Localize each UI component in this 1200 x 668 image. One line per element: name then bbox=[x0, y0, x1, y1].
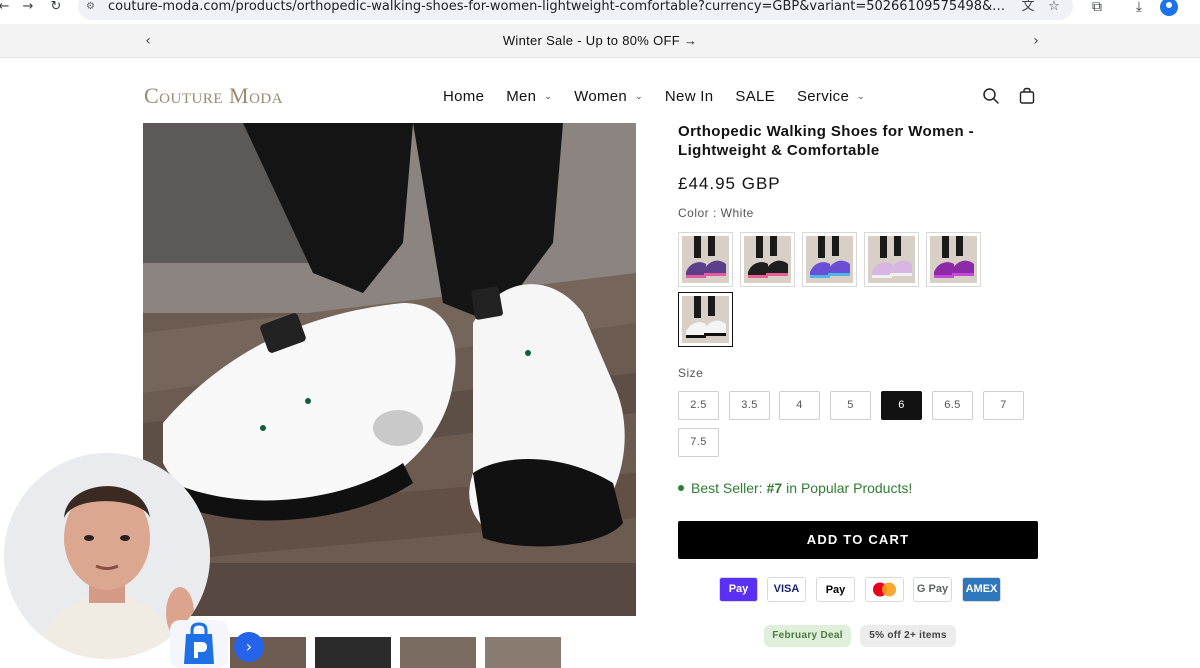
size-label: Size bbox=[678, 366, 704, 380]
google-pay-icon: G Pay bbox=[913, 577, 952, 602]
size-option[interactable]: 2.5 bbox=[678, 391, 719, 420]
shoe-thumbnail-icon bbox=[744, 236, 791, 283]
apple-pay-icon: Pay bbox=[816, 577, 855, 602]
nav-item-men[interactable]: Men ⌄ bbox=[506, 88, 552, 106]
cart-icon[interactable] bbox=[1018, 87, 1036, 105]
nav-item-label: New In bbox=[664, 88, 714, 105]
product-thumbnail[interactable] bbox=[485, 637, 561, 668]
address-bar[interactable]: ⚙ couture-moda.com/products/orthopedic-w… bbox=[78, 0, 1073, 20]
nav-item-women[interactable]: Women ⌄ bbox=[574, 88, 643, 106]
product-thumbnail[interactable] bbox=[315, 637, 391, 668]
size-option[interactable]: 7.5 bbox=[678, 428, 719, 457]
size-option[interactable]: 6 bbox=[881, 391, 922, 420]
browser-toolbar: ← → ↻ ⚙ couture-moda.com/products/orthop… bbox=[0, 0, 1200, 24]
site-settings-icon[interactable]: ⚙ bbox=[86, 1, 100, 13]
shopping-bag-icon bbox=[184, 622, 214, 664]
bestseller-suffix: in Popular Products! bbox=[786, 480, 913, 496]
color-swatch-white[interactable] bbox=[678, 292, 733, 347]
payment-label: G Pay bbox=[916, 583, 949, 595]
nav-item-label: Women bbox=[574, 88, 628, 105]
nav-item-label: Men bbox=[506, 88, 537, 105]
payment-label: VISA bbox=[773, 583, 800, 595]
nav-item-label: SALE bbox=[735, 88, 775, 105]
shop-pay-icon: Pay bbox=[719, 577, 758, 602]
store-logo[interactable]: Couture Moda bbox=[144, 84, 283, 108]
size-option[interactable]: 5 bbox=[830, 391, 871, 420]
shoe-thumbnail-icon bbox=[682, 236, 729, 283]
visa-icon: VISA bbox=[767, 577, 806, 602]
color-swatch-purple-pink[interactable] bbox=[678, 232, 733, 287]
app-logo bbox=[170, 620, 228, 668]
product-main-image[interactable] bbox=[143, 123, 636, 616]
color-label: Color : White bbox=[678, 206, 754, 220]
color-swatch-blue-purple[interactable] bbox=[802, 232, 857, 287]
payment-label: Pay bbox=[728, 583, 749, 595]
payment-label: Pay bbox=[825, 584, 846, 596]
promo-badge: 5% off 2+ items bbox=[860, 625, 956, 647]
mastercard-circles bbox=[873, 582, 896, 597]
size-option[interactable]: 4 bbox=[779, 391, 820, 420]
shoe-thumbnail-icon bbox=[806, 236, 853, 283]
nav-item-label: Home bbox=[443, 88, 485, 105]
color-swatch-black[interactable] bbox=[740, 232, 795, 287]
status-dot-icon bbox=[678, 485, 684, 491]
nav-item-sale[interactable]: SALE bbox=[735, 88, 775, 106]
chevron-left-icon[interactable]: ‹ bbox=[141, 33, 155, 49]
main-nav: Home Men ⌄ Women ⌄ New In SALE Service ⌄ bbox=[443, 88, 887, 106]
translate-icon[interactable]: 文 bbox=[1020, 0, 1036, 15]
bestseller-prefix: Best Seller: bbox=[691, 480, 763, 496]
search-icon[interactable] bbox=[982, 87, 1000, 105]
bestseller-notice: Best Seller: #7 in Popular Products! bbox=[678, 480, 912, 496]
add-to-cart-button[interactable]: ADD TO CART bbox=[678, 521, 1038, 559]
nav-item-home[interactable]: Home bbox=[443, 88, 484, 106]
product-thumbnail[interactable] bbox=[400, 637, 476, 668]
shoe-thumbnail-icon bbox=[682, 296, 729, 343]
extensions-icon[interactable]: ⧉ bbox=[1088, 0, 1106, 15]
bestseller-rank: #7 bbox=[766, 480, 783, 496]
product-title: Orthopedic Walking Shoes for Women - Lig… bbox=[678, 123, 975, 159]
size-option[interactable]: 3.5 bbox=[729, 391, 770, 420]
shoe-thumbnail-icon bbox=[868, 236, 915, 283]
chevron-right-icon[interactable]: › bbox=[234, 632, 264, 662]
reload-icon[interactable]: ↻ bbox=[48, 0, 64, 14]
chevron-down-icon: ⌄ bbox=[857, 92, 865, 102]
promo-badge: February Deal bbox=[764, 625, 851, 647]
forward-icon[interactable]: → bbox=[20, 0, 36, 14]
announcement-bar: ‹ Winter Sale - Up to 80% OFF → › bbox=[0, 24, 1200, 58]
url-text[interactable]: couture-moda.com/products/orthopedic-wal… bbox=[108, 0, 1008, 14]
nav-item-new-in[interactable]: New In bbox=[665, 88, 714, 106]
product-price: £44.95 GBP bbox=[678, 174, 781, 193]
back-icon[interactable]: ← bbox=[0, 0, 12, 14]
product-photo bbox=[143, 123, 636, 616]
chevron-right-icon[interactable]: › bbox=[1029, 33, 1043, 49]
nav-item-label: Service bbox=[796, 88, 850, 105]
bookmark-star-icon[interactable]: ☆ bbox=[1046, 0, 1062, 15]
nav-item-service[interactable]: Service ⌄ bbox=[797, 88, 865, 106]
color-swatch-light-pink[interactable] bbox=[864, 232, 919, 287]
thumbnail-strip bbox=[230, 637, 570, 668]
color-swatch-purple[interactable] bbox=[926, 232, 981, 287]
download-icon[interactable]: ⤓ bbox=[1130, 0, 1148, 15]
size-option[interactable]: 7 bbox=[983, 391, 1024, 420]
payment-label: AMEX bbox=[965, 583, 998, 595]
shoe-thumbnail-icon bbox=[930, 236, 977, 283]
profile-avatar[interactable] bbox=[1160, 0, 1178, 16]
amex-icon: AMEX bbox=[962, 577, 1001, 602]
chevron-down-icon: ⌄ bbox=[635, 92, 643, 102]
chevron-down-icon: ⌄ bbox=[544, 92, 553, 102]
mastercard-icon bbox=[865, 577, 904, 602]
announcement-text[interactable]: Winter Sale - Up to 80% OFF → bbox=[440, 33, 760, 49]
size-option[interactable]: 6.5 bbox=[932, 391, 973, 420]
